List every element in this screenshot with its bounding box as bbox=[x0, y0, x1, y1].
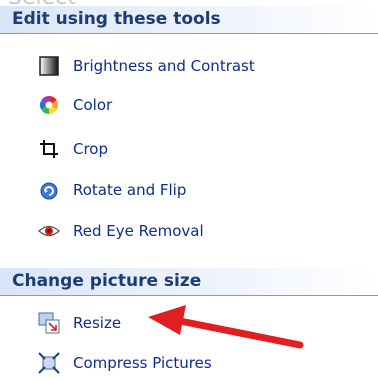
brightness-contrast-link[interactable]: Brightness and Contrast bbox=[38, 51, 255, 81]
crop-icon bbox=[38, 138, 60, 160]
compress-icon bbox=[38, 352, 60, 374]
resize-icon bbox=[38, 312, 60, 334]
rotate-flip-link[interactable]: Rotate and Flip bbox=[38, 175, 186, 205]
compress-pictures-link[interactable]: Compress Pictures bbox=[38, 348, 212, 378]
crop-label: Crop bbox=[73, 140, 109, 158]
color-label: Color bbox=[73, 96, 113, 114]
color-wheel-icon bbox=[38, 94, 60, 116]
brightness-contrast-icon bbox=[38, 55, 60, 77]
rotate-flip-label: Rotate and Flip bbox=[73, 181, 187, 199]
task-pane: Select Edit using these tools Brightness… bbox=[0, 0, 378, 380]
brightness-contrast-label: Brightness and Contrast bbox=[73, 57, 255, 75]
red-eye-removal-link[interactable]: Red Eye Removal bbox=[38, 216, 204, 246]
red-eye-icon bbox=[38, 220, 60, 242]
rotate-flip-icon bbox=[38, 179, 60, 201]
resize-link[interactable]: Resize bbox=[38, 308, 121, 338]
compress-pictures-label: Compress Pictures bbox=[73, 354, 212, 372]
section-header-edit-tools: Edit using these tools bbox=[0, 6, 378, 34]
resize-label: Resize bbox=[73, 314, 122, 332]
red-eye-removal-label: Red Eye Removal bbox=[73, 222, 204, 240]
crop-link[interactable]: Crop bbox=[38, 134, 108, 164]
section-header-picture-size: Change picture size bbox=[0, 268, 378, 296]
color-link[interactable]: Color bbox=[38, 90, 112, 120]
